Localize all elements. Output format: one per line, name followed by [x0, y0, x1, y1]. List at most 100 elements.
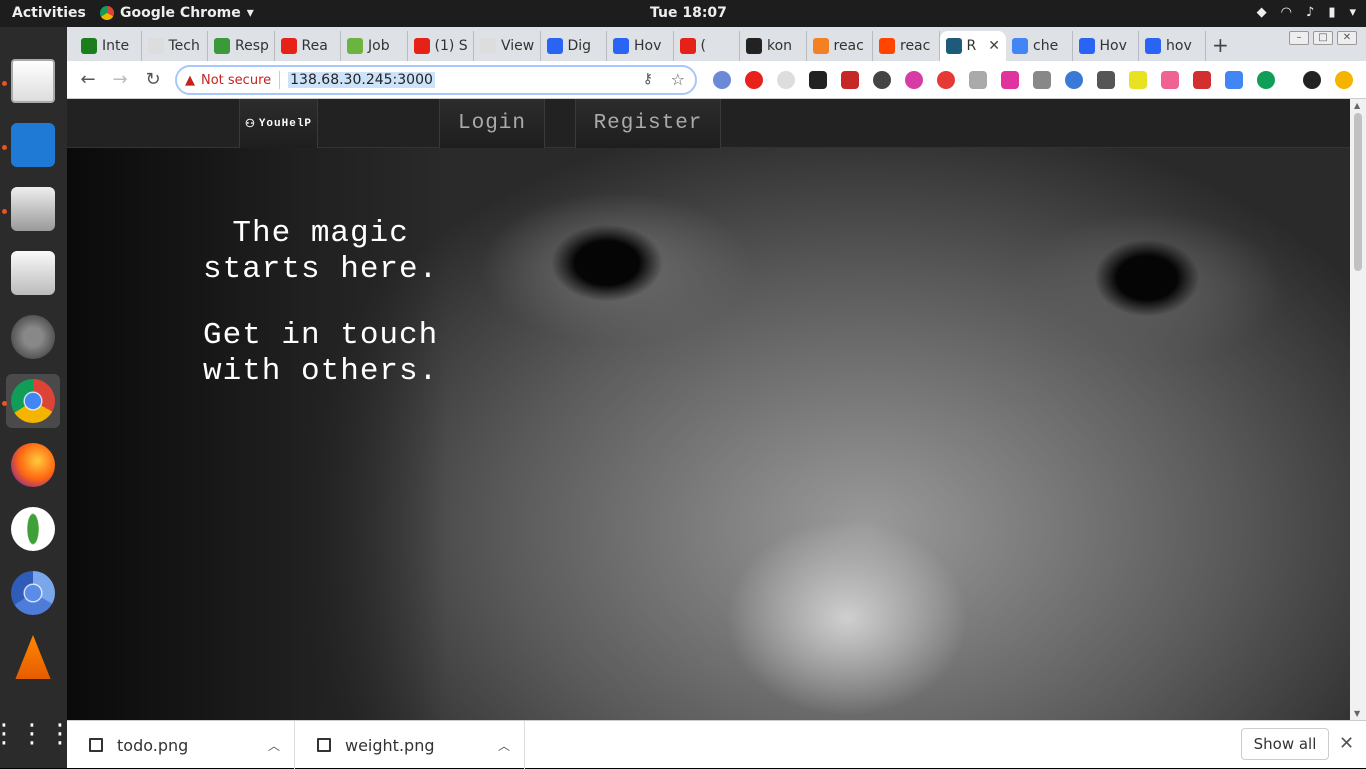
dock-chrome[interactable] — [6, 374, 60, 428]
browser-tab[interactable]: Hov — [1073, 31, 1139, 61]
chevron-up-icon[interactable]: ︿ — [498, 737, 510, 754]
site-brand-link[interactable]: ⚇ YouHelP — [239, 99, 318, 148]
scroll-up-icon[interactable]: ▲ — [1354, 101, 1360, 110]
digitalocean-icon — [546, 38, 563, 54]
new-tab-button[interactable]: + — [1212, 33, 1229, 57]
close-icon[interactable]: ✕ — [1339, 733, 1354, 754]
extension-icon[interactable] — [873, 71, 891, 89]
extension-icon[interactable] — [1193, 71, 1211, 89]
download-item[interactable]: weight.png ︿ — [295, 721, 525, 769]
security-label: Not secure — [201, 72, 272, 88]
scrollbar-thumb[interactable] — [1354, 113, 1362, 271]
key-icon[interactable]: ⚷ — [643, 71, 653, 87]
image-file-icon — [89, 738, 103, 752]
hero-image: The magic starts here. Get in touch with… — [67, 148, 1350, 720]
dock-mongodb[interactable] — [6, 502, 60, 556]
browser-tab[interactable]: View — [474, 31, 541, 61]
extension-icon[interactable] — [713, 71, 731, 89]
update-icon[interactable] — [1335, 71, 1353, 89]
minimize-button[interactable]: – — [1289, 31, 1309, 45]
youtube-icon — [280, 38, 297, 54]
extension-icon[interactable] — [905, 71, 923, 89]
chevron-down-icon[interactable]: ▾ — [1349, 5, 1356, 20]
dock-text-editor[interactable] — [6, 54, 60, 108]
system-top-bar: Activities Google Chrome ▾ Tue 18:07 ◆ ◠… — [0, 0, 1366, 27]
browser-tab[interactable]: Hov — [607, 31, 674, 61]
forward-button[interactable]: → — [109, 69, 131, 90]
volume-icon[interactable]: ♪ — [1306, 5, 1314, 20]
close-window-button[interactable]: ✕ — [1337, 31, 1357, 45]
browser-tab[interactable]: Job — [341, 31, 408, 61]
translate-icon[interactable] — [1225, 71, 1243, 89]
dock-software[interactable] — [6, 246, 60, 300]
activities-button[interactable]: Activities — [12, 5, 86, 21]
maximize-button[interactable]: □ — [1313, 31, 1333, 45]
browser-tab[interactable]: reac — [873, 31, 940, 61]
extension-icon[interactable] — [1065, 71, 1083, 89]
browser-tab[interactable]: Inte — [75, 31, 142, 61]
digitalocean-icon — [1078, 38, 1095, 54]
security-indicator[interactable]: ▲ Not secure — [185, 73, 271, 88]
back-button[interactable]: ← — [77, 69, 99, 90]
extension-icon[interactable] — [777, 71, 795, 89]
dock-firefox[interactable] — [6, 438, 60, 492]
people-icon: ⚇ — [244, 118, 256, 131]
extension-icon[interactable] — [809, 71, 827, 89]
extension-icon[interactable] — [1001, 71, 1019, 89]
json-icon[interactable] — [1129, 71, 1147, 89]
bookmark-star-icon[interactable]: ☆ — [671, 70, 685, 89]
browser-tab[interactable]: reac — [807, 31, 873, 61]
profile-avatar[interactable] — [1303, 71, 1321, 89]
angular-icon[interactable] — [1033, 71, 1051, 89]
browser-tab[interactable]: Rea — [275, 31, 341, 61]
downloads-bar: todo.png ︿ weight.png ︿ Show all ✕ — [67, 720, 1366, 769]
battery-icon[interactable]: ▮ — [1328, 5, 1335, 20]
browser-tab[interactable]: kon — [740, 31, 807, 61]
browser-toolbar: ← → ↻ ▲ Not secure 138.68.30.245:3000 ⚷ … — [67, 61, 1366, 99]
chevron-up-icon[interactable]: ︿ — [268, 737, 280, 754]
nav-register-link[interactable]: Register — [575, 99, 721, 148]
browser-tab[interactable]: R ✕ — [939, 31, 1006, 61]
extension-icon[interactable] — [1257, 71, 1275, 89]
extension-icon[interactable] — [1161, 71, 1179, 89]
dock-files[interactable] — [6, 182, 60, 236]
running-indicator — [2, 209, 7, 214]
nav-login-link[interactable]: Login — [439, 99, 545, 148]
youtube-icon — [679, 38, 696, 54]
power-icon — [347, 38, 363, 54]
scroll-down-icon[interactable]: ▼ — [1354, 709, 1360, 718]
adblock-icon[interactable] — [937, 71, 955, 89]
browser-tab[interactable]: che — [1006, 31, 1073, 61]
dropbox-icon[interactable]: ◆ — [1257, 5, 1267, 20]
extension-icon[interactable] — [841, 71, 859, 89]
browser-tab[interactable]: hov — [1139, 31, 1206, 61]
browser-tab[interactable]: (1) S — [408, 31, 474, 61]
tab-title: (1) S — [434, 38, 468, 54]
url-text[interactable]: 138.68.30.245:3000 — [288, 72, 435, 88]
extension-icon[interactable] — [745, 71, 763, 89]
system-tray[interactable]: ◆ ◠ ♪ ▮ ▾ — [1257, 5, 1356, 20]
dock-settings[interactable] — [6, 310, 60, 364]
dock-vlc[interactable] — [6, 630, 60, 684]
app-menu[interactable]: Google Chrome ▾ — [100, 5, 254, 21]
page-scrollbar[interactable]: ▲ ▼ — [1350, 99, 1366, 720]
pocket-icon[interactable] — [1097, 71, 1115, 89]
download-item[interactable]: todo.png ︿ — [67, 721, 295, 769]
show-applications-button[interactable]: ⋮⋮⋮ — [0, 707, 73, 761]
show-all-button[interactable]: Show all — [1241, 728, 1329, 760]
browser-tab[interactable]: Tech — [142, 31, 208, 61]
clock[interactable]: Tue 18:07 — [650, 5, 727, 21]
browser-tab[interactable]: Resp — [208, 31, 275, 61]
reload-button[interactable]: ↻ — [142, 69, 164, 90]
text-editor-icon — [11, 59, 55, 103]
address-bar[interactable]: ▲ Not secure 138.68.30.245:3000 ⚷ ☆ — [175, 65, 697, 95]
wifi-icon[interactable]: ◠ — [1281, 5, 1292, 20]
dock-chromium[interactable] — [6, 566, 60, 620]
close-tab-icon[interactable]: ✕ — [988, 38, 1000, 54]
extension-icon[interactable] — [969, 71, 987, 89]
tab-title: Tech — [168, 38, 200, 54]
browser-tab[interactable]: Dig — [541, 31, 607, 61]
tab-title: hov — [1166, 38, 1192, 54]
browser-tab[interactable]: ( — [674, 31, 740, 61]
dock-vscode[interactable] — [6, 118, 60, 172]
